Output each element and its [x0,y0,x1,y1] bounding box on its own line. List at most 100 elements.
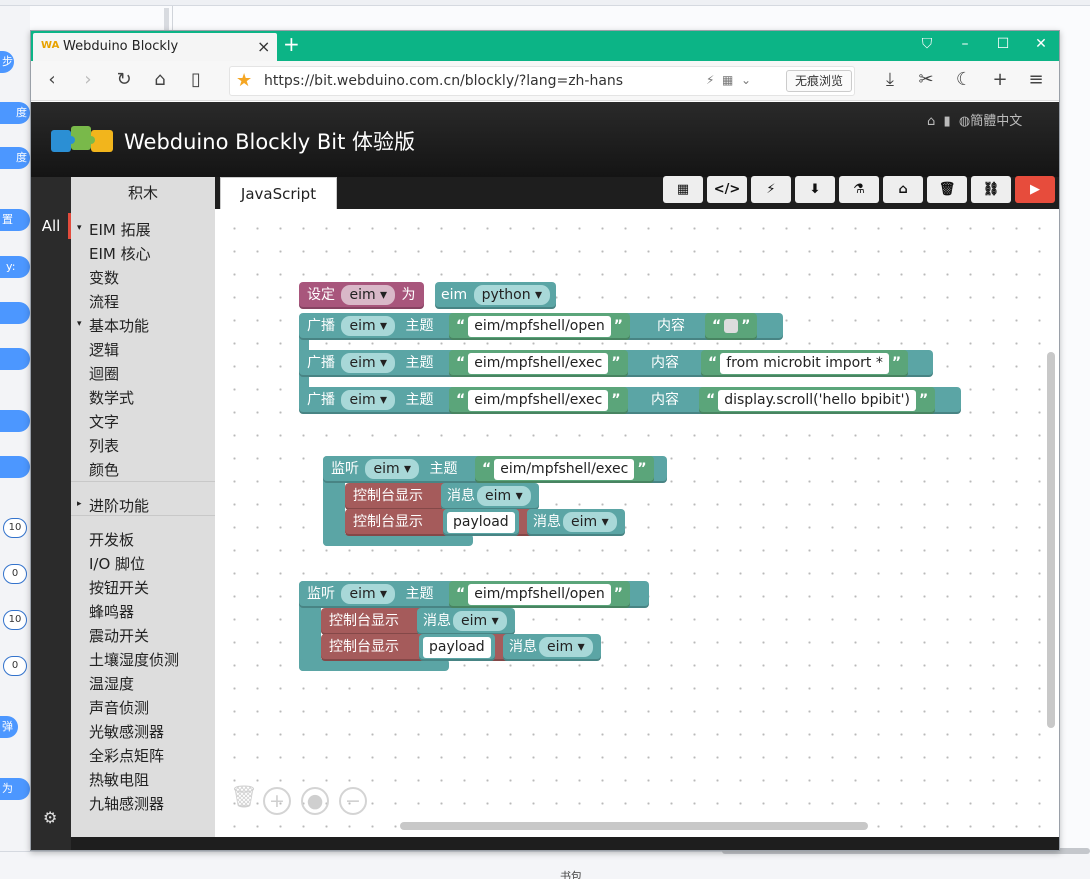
variable-dropdown[interactable]: eim ▾ [453,611,507,631]
toolbox-category[interactable]: 九轴感测器 [89,793,164,814]
toolbox-category[interactable]: 蜂鸣器 [89,601,134,622]
forward-icon[interactable]: › [77,69,99,90]
toolbox-category[interactable]: 文字 [89,411,119,432]
bookmark-star-icon[interactable]: ★ [236,70,252,91]
zoom-in-button[interactable]: + [263,787,291,815]
language-link[interactable]: 簡體中文 [970,114,1022,129]
variable-dropdown[interactable]: eim ▾ [341,353,396,373]
eim-python-block[interactable]: eim python ▾ [435,282,557,309]
content-text-block[interactable]: “display.scroll('hello bpibit')” [699,387,936,414]
code-button[interactable]: </> [707,176,747,203]
toolbox-category[interactable]: 颜色 [89,459,119,480]
content-text-block[interactable]: “from microbit import *” [701,350,909,377]
toolbox-category[interactable]: 逻辑 [89,339,119,360]
toolbox-category[interactable]: 全彩点矩阵 [89,745,164,766]
toolbox-category[interactable]: 按钮开关 [89,577,149,598]
variable-dropdown[interactable]: eim ▾ [477,486,531,506]
expand-arrow-icon[interactable]: ▾ [77,223,82,233]
set-variable-block[interactable]: 设定 eim ▾ 为 [299,282,424,309]
incognito-button[interactable]: 无痕浏览 [786,70,853,92]
payload-input[interactable]: payload [423,636,491,658]
scissors-icon[interactable]: ✂ [915,69,937,90]
link-button[interactable]: ⛓ [971,176,1011,203]
message-block[interactable]: 消息 eim ▾ [503,634,601,661]
message-block[interactable]: 消息 eim ▾ [527,509,625,536]
toolbox-category[interactable]: 进阶功能 [89,495,149,516]
toolbox-category[interactable]: 列表 [89,435,119,456]
maximize-button[interactable]: ☐ [993,36,1013,52]
url-text[interactable]: https://bit.webduino.com.cn/blockly/?lan… [264,73,623,89]
toolbox-category[interactable]: 开发板 [89,529,134,550]
flash-button[interactable]: ⚡ [751,176,791,203]
zoom-out-button[interactable]: − [339,787,367,815]
zoom-reset-button[interactable]: ● [301,787,329,815]
workspace-horizontal-scrollbar[interactable] [400,822,868,830]
download-icon[interactable]: ⤓ [879,69,901,90]
toolbox-category[interactable]: 热敏电阻 [89,769,149,790]
reload-icon[interactable]: ↻ [113,69,135,90]
library-button[interactable]: ⌂ [883,176,923,203]
menu-icon[interactable]: ≡ [1025,69,1047,90]
trash-button[interactable]: 🗑 [927,176,967,203]
topic-text-block[interactable]: “eim/mpfshell/exec” [449,387,628,414]
expand-arrow-icon[interactable]: ▾ [77,319,82,329]
topic-input[interactable]: eim/mpfshell/open [468,315,611,337]
topic-text-block[interactable]: “eim/mpfshell/open” [449,581,630,608]
payload-block[interactable]: payload [443,509,519,536]
content-text-block[interactable]: “” [705,313,758,340]
variable-dropdown[interactable]: eim ▾ [365,459,420,479]
payload-input[interactable]: payload [447,511,515,533]
message-block[interactable]: 消息 eim ▾ [417,608,515,635]
toolbox-category[interactable]: 变数 [89,267,119,288]
toolbox-category[interactable]: EIM 拓展 [89,219,151,240]
night-mode-icon[interactable]: ☾ [953,69,975,90]
toolbox-category[interactable]: I/O 脚位 [89,553,145,574]
url-action-icons[interactable]: ⚡ ▦ ⌄ [706,73,751,87]
python-dropdown[interactable]: python ▾ [473,285,551,305]
toolbox-category[interactable]: 震动开关 [89,625,149,646]
content-input[interactable]: display.scroll('hello bpibit') [718,389,916,411]
variable-dropdown[interactable]: eim ▾ [341,285,396,305]
gear-icon[interactable]: ⚙ [43,808,57,827]
qr-code-button[interactable]: ▦ [663,176,703,203]
toolbox-category[interactable]: 流程 [89,291,119,312]
variable-dropdown[interactable]: eim ▾ [341,390,396,410]
toolbox-category[interactable]: 迴圈 [89,363,119,384]
topic-text-block[interactable]: “eim/mpfshell/exec” [475,456,654,483]
tab-javascript[interactable]: JavaScript [220,177,337,209]
topic-input[interactable]: eim/mpfshell/exec [468,389,609,411]
topic-input[interactable]: eim/mpfshell/exec [468,352,609,374]
variable-dropdown[interactable]: eim ▾ [563,512,617,532]
toolbox-category[interactable]: 土壤湿度侦测 [89,649,179,670]
variable-dropdown[interactable]: eim ▾ [341,316,396,336]
home-icon[interactable]: ⌂ [149,69,171,90]
toolbox-category[interactable]: 声音侦测 [89,697,149,718]
run-button[interactable]: ▶ [1015,176,1055,203]
new-tab-button[interactable]: + [283,32,300,56]
add-icon[interactable]: + [989,69,1011,90]
expand-arrow-icon[interactable]: ▸ [77,499,82,509]
topic-text-block[interactable]: “eim/mpfshell/exec” [449,350,628,377]
download-button[interactable]: ⬇ [795,176,835,203]
address-bar[interactable]: ★ https://bit.webduino.com.cn/blockly/?l… [229,66,855,96]
close-tab-icon[interactable]: × [257,37,270,56]
workspace-trash-icon[interactable]: 🗑 [230,785,258,810]
back-icon[interactable]: ‹ [41,69,63,90]
toolbox-category[interactable]: 光敏感测器 [89,721,164,742]
close-window-button[interactable]: ✕ [1031,36,1051,52]
topic-text-block[interactable]: “eim/mpfshell/open” [449,313,630,340]
browser-tab[interactable]: WA Webduino Blockly × [33,33,277,61]
tab-blocks[interactable]: 积木 [71,177,215,209]
toolbox-category[interactable]: 数学式 [89,387,134,408]
topic-input[interactable]: eim/mpfshell/open [468,583,611,605]
variable-dropdown[interactable]: eim ▾ [539,637,593,657]
shirt-icon[interactable]: ⛉ [917,36,937,52]
toolbox-category[interactable]: 基本功能 [89,315,149,336]
reader-icon[interactable]: ▯ [185,69,207,90]
topic-input[interactable]: eim/mpfshell/exec [494,458,635,480]
content-input[interactable] [724,319,739,333]
message-block[interactable]: 消息 eim ▾ [441,483,539,510]
header-links[interactable]: ⌂ ▮ ◍簡體中文 [927,110,1022,129]
flask-button[interactable]: ⚗ [839,176,879,203]
content-input[interactable]: from microbit import * [720,352,889,374]
